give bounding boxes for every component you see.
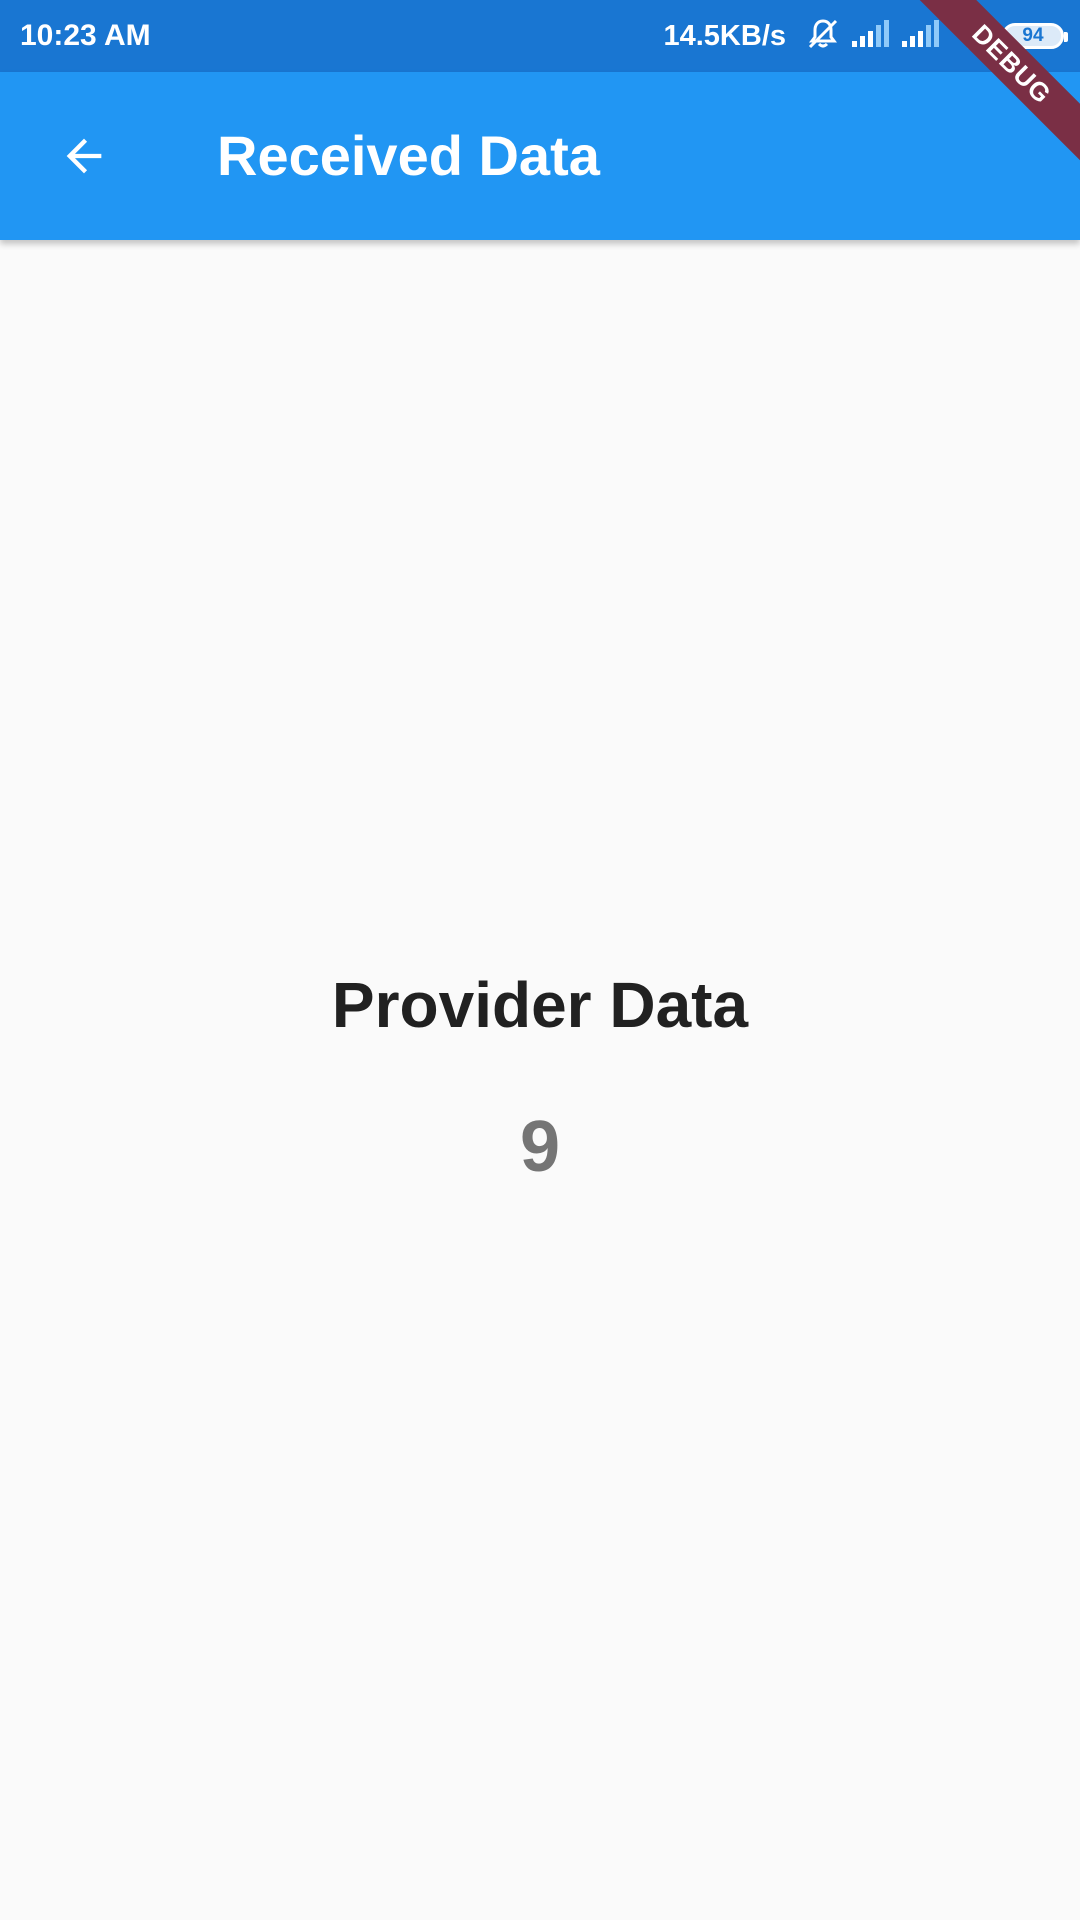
screen: 10:23 AM 14.5KB/s 94 Received Data Provi… [0, 0, 1080, 1920]
arrow-back-icon [66, 138, 102, 174]
status-time: 10:23 AM [20, 19, 151, 52]
signal-icon [850, 19, 890, 54]
signal-icon-2 [900, 19, 940, 54]
network-speed: 14.5KB/s [663, 19, 786, 52]
mute-bell-icon [806, 17, 840, 56]
back-button[interactable] [44, 116, 124, 196]
page-title: Received Data [217, 124, 600, 187]
provider-data-value: 9 [519, 1107, 561, 1187]
provider-data-title: Provider Data [331, 969, 749, 1041]
app-bar: Received Data [0, 72, 1080, 240]
status-bar: 10:23 AM 14.5KB/s 94 [0, 0, 1080, 72]
